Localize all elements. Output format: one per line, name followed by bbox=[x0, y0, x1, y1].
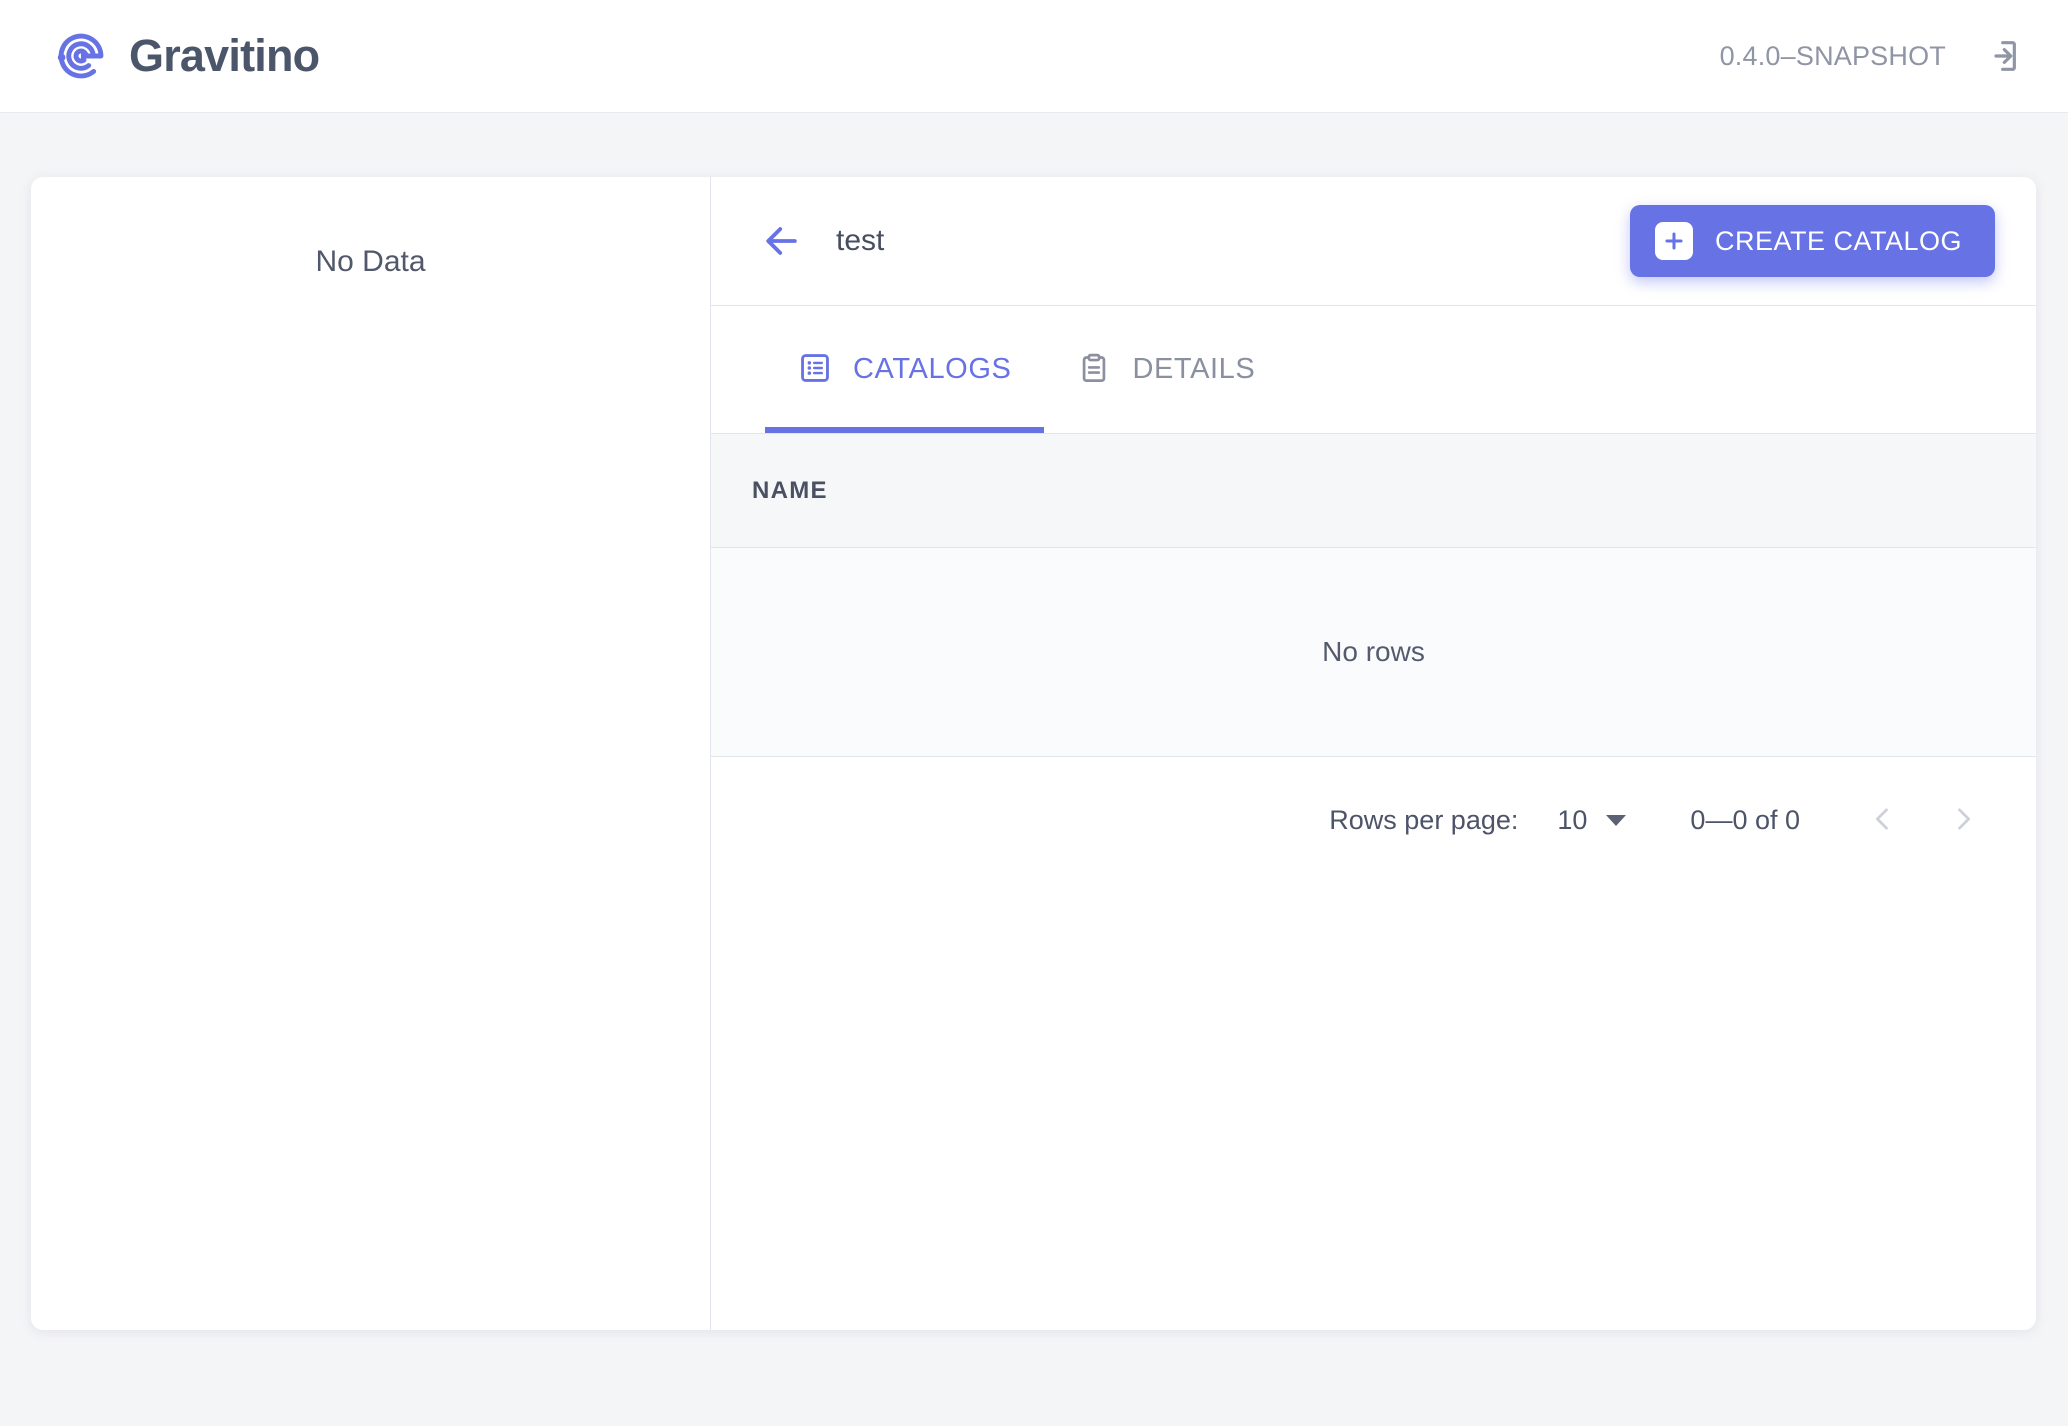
list-box-icon bbox=[798, 351, 832, 388]
rows-per-page-label: Rows per page: bbox=[1329, 804, 1519, 835]
metalake-tree-pane: No Data bbox=[31, 177, 711, 1330]
brand[interactable]: Gravitino bbox=[52, 27, 320, 85]
table-header-row: NAME bbox=[711, 434, 2036, 548]
chevron-right-icon bbox=[1946, 802, 1980, 839]
breadcrumb-title: test bbox=[836, 224, 885, 257]
table-empty-text: No rows bbox=[1322, 636, 1425, 667]
app-header-right: 0.4.0–SNAPSHOT bbox=[1720, 33, 2024, 79]
table-body: No rows bbox=[711, 548, 2036, 757]
column-header-name: NAME bbox=[752, 476, 828, 504]
pagination-nav bbox=[1856, 793, 1990, 847]
tab-details[interactable]: DETAILS bbox=[1044, 306, 1288, 433]
logout-icon[interactable] bbox=[1978, 33, 2024, 79]
chevron-left-icon bbox=[1866, 802, 1900, 839]
tree-empty-text: No Data bbox=[315, 245, 426, 278]
next-page-button[interactable] bbox=[1936, 793, 1990, 847]
clipboard-icon bbox=[1077, 351, 1111, 388]
chevron-down-icon bbox=[1606, 814, 1627, 826]
content-tabs: CATALOGS DETAILS bbox=[711, 306, 2036, 434]
back-arrow-icon[interactable] bbox=[756, 215, 808, 267]
pagination-range-label: 0—0 of 0 bbox=[1690, 804, 1800, 835]
tab-catalogs-label: CATALOGS bbox=[853, 353, 1012, 385]
page-card: No Data test CREATE CATALOG CATALOGS DET… bbox=[31, 177, 2036, 1330]
brand-name: Gravitino bbox=[129, 30, 320, 81]
table-pagination: Rows per page: 10 0—0 of 0 bbox=[711, 757, 2036, 883]
gravitino-spiral-logo-icon bbox=[52, 27, 110, 85]
app-header: Gravitino 0.4.0–SNAPSHOT bbox=[0, 0, 2068, 112]
plus-square-icon bbox=[1654, 222, 1693, 260]
tab-catalogs[interactable]: CATALOGS bbox=[765, 306, 1045, 433]
content-header: test CREATE CATALOG bbox=[711, 177, 2036, 306]
create-catalog-label: CREATE CATALOG bbox=[1714, 225, 1962, 256]
previous-page-button[interactable] bbox=[1856, 793, 1910, 847]
version-label: 0.4.0–SNAPSHOT bbox=[1719, 40, 1946, 71]
rows-per-page-select[interactable]: 10 bbox=[1557, 804, 1627, 836]
rows-per-page-value: 10 bbox=[1557, 804, 1588, 835]
tab-details-label: DETAILS bbox=[1132, 353, 1256, 385]
create-catalog-button[interactable]: CREATE CATALOG bbox=[1629, 205, 1995, 277]
content-pane: test CREATE CATALOG CATALOGS DETAILS NAM… bbox=[711, 177, 2036, 1330]
